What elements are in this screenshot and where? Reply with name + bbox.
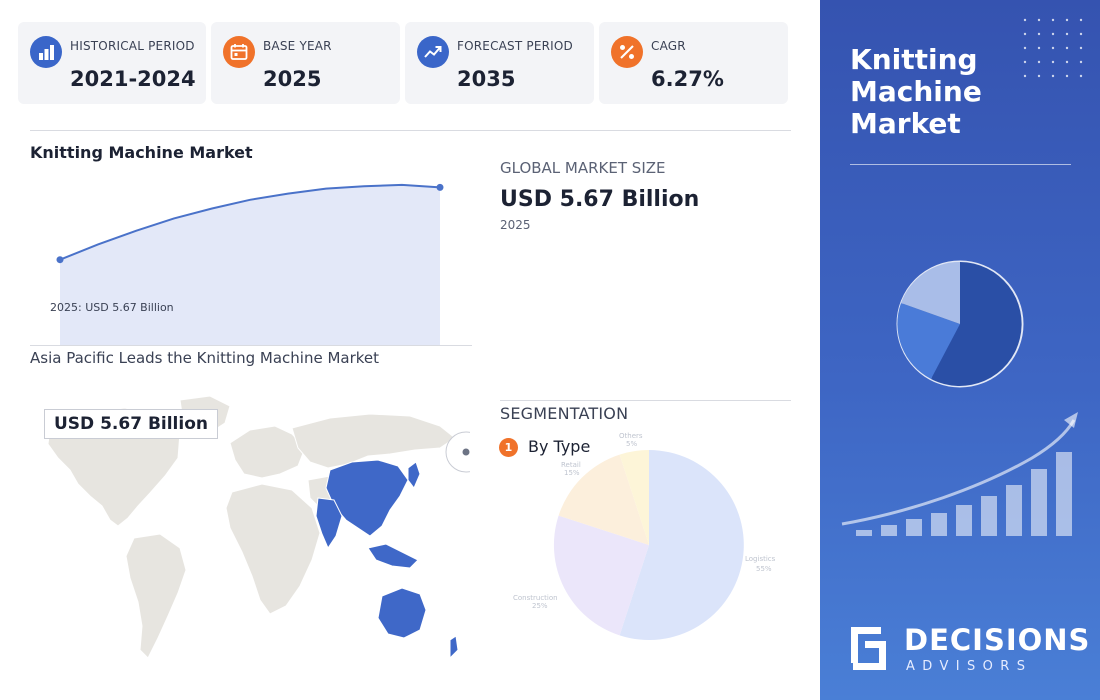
right-panel: Knitting Machine Market (820, 0, 1100, 700)
brand-name: DECISIONS (904, 623, 1091, 657)
market-size-label: GLOBAL MARKET SIZE (500, 159, 666, 177)
region-japan (407, 461, 421, 489)
slice-pct-others: 5% (626, 440, 637, 448)
region-africa (225, 483, 321, 615)
dot-grid-decoration (1023, 18, 1083, 78)
stat-label: FORECAST PERIOD (457, 39, 573, 53)
trend-up-icon (417, 36, 449, 68)
market-size-year: 2025 (500, 218, 531, 232)
slice-label-others: Others (619, 432, 643, 440)
region-southeast-asia-islands (367, 543, 419, 569)
stat-card-base-year: BASE YEAR 2025 (211, 22, 400, 104)
map-title: Asia Pacific Leads the Knitting Machine … (30, 349, 380, 367)
stat-card-historical: HISTORICAL PERIOD 2021-2024 (18, 22, 206, 104)
slice-label-logistics: Logistics (745, 555, 776, 563)
bar-chart-icon (30, 36, 62, 68)
region-new-zealand (449, 635, 459, 660)
growth-bars-icon (856, 452, 1072, 536)
panel-illustration (841, 18, 1083, 670)
stat-value: 2021-2024 (70, 67, 196, 91)
stat-label: CAGR (651, 39, 686, 53)
stat-value: 2035 (457, 67, 516, 91)
region-south-america (125, 533, 187, 659)
calendar-icon (223, 36, 255, 68)
stat-value: 6.27% (651, 67, 724, 91)
segmentation-title: SEGMENTATION (500, 404, 629, 423)
slice-label-construction: Construction (513, 594, 558, 602)
slice-pct-logistics: 55% (756, 565, 772, 573)
stat-value: 2025 (263, 67, 322, 91)
data-point-2035 (436, 183, 444, 191)
stat-label: HISTORICAL PERIOD (70, 39, 195, 53)
pie-graphic-icon (896, 260, 1024, 388)
stat-label: BASE YEAR (263, 39, 332, 53)
area-fill (60, 184, 440, 345)
slice-pct-retail: 15% (564, 469, 580, 477)
map-zoom-marker (462, 448, 470, 456)
market-line-chart: 2025: USD 5.67 Billion (50, 183, 444, 345)
segmentation-pie-chart: Logistics 55% Construction 25% Retail 15… (513, 432, 776, 640)
slice-pct-construction: 25% (532, 602, 548, 610)
slice-label-retail: Retail (561, 461, 581, 469)
decisions-logo-icon (851, 627, 886, 670)
stat-card-cagr: CAGR 6.27% (599, 22, 788, 104)
data-label-2025: 2025: USD 5.67 Billion (50, 301, 174, 314)
divider-chart (30, 345, 472, 346)
map-value-badge: USD 5.67 Billion (44, 409, 218, 439)
data-point-2025 (56, 256, 64, 264)
divider-segmentation (500, 400, 791, 401)
market-size-value: USD 5.67 Billion (500, 187, 700, 212)
percent-icon (611, 36, 643, 68)
divider-top (30, 130, 791, 131)
brand-subname: ADVISORS (906, 659, 1033, 674)
chart-title: Knitting Machine Market (30, 143, 253, 162)
stat-card-forecast: FORECAST PERIOD 2035 (405, 22, 594, 104)
region-australia (377, 587, 427, 639)
